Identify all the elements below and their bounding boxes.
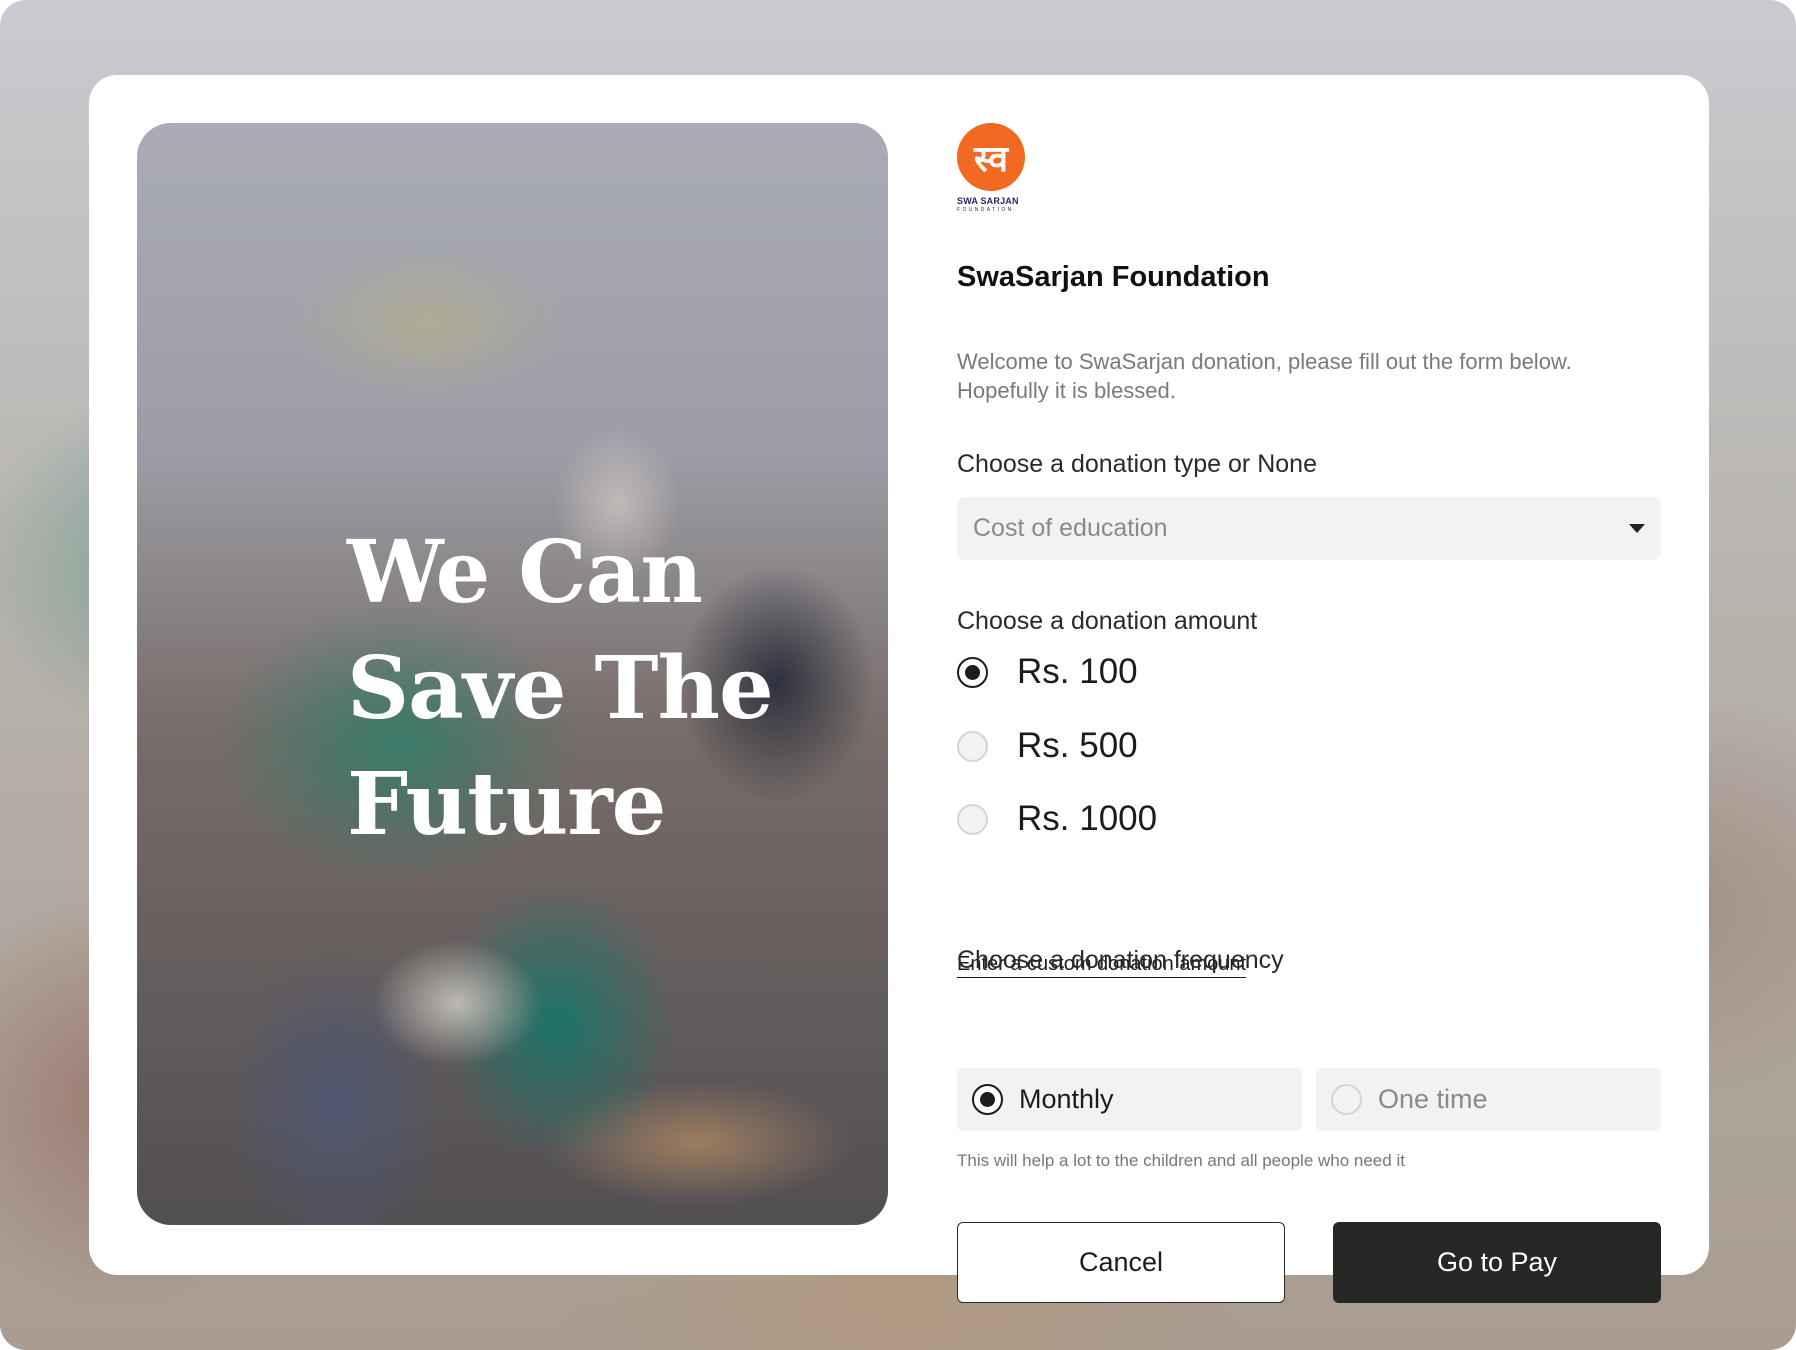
donation-type-value: Cost of education (973, 514, 1168, 542)
radio-checked-icon[interactable] (972, 1084, 1003, 1115)
amount-option-label: Rs. 100 (1017, 652, 1138, 691)
cancel-button[interactable]: Cancel (957, 1222, 1285, 1303)
donation-card: We Can Save The Future स्व SWA SARJAN FO… (89, 75, 1709, 1303)
amount-option-label: Rs. 1000 (1017, 799, 1158, 838)
donation-amount-label: Choose a donation amount (957, 607, 1258, 635)
radio-checked-icon[interactable] (957, 656, 988, 688)
donation-frequency-label: Choose a donation frequency (957, 946, 1284, 974)
caret-down-icon (1629, 524, 1645, 533)
frequency-option-label: One time (1378, 1084, 1488, 1114)
donation-type-label: Choose a donation type or None (957, 450, 1317, 478)
hero-image: We Can Save The Future (137, 123, 888, 1225)
frequency-option-one-time[interactable]: One time (1316, 1068, 1661, 1131)
helper-text: This will help a lot to the children and… (957, 1151, 1405, 1170)
frequency-option-monthly[interactable]: Monthly (957, 1068, 1302, 1131)
frequency-option-label: Monthly (1019, 1084, 1114, 1114)
donation-type-select[interactable]: Cost of education (957, 497, 1661, 560)
amount-option-500[interactable]: Rs. 500 (957, 724, 1138, 768)
logo-mark-icon: स्व (957, 123, 1025, 191)
amount-option-1000[interactable]: Rs. 1000 (957, 797, 1157, 841)
go-to-pay-button[interactable]: Go to Pay (1333, 1222, 1661, 1303)
hero-title: We Can Save The Future (347, 522, 774, 855)
radio-unchecked-icon[interactable] (957, 803, 988, 835)
foundation-logo: स्व SWA SARJAN FOUNDATION (957, 123, 1027, 217)
welcome-text: Welcome to SwaSarjan donation, please fi… (957, 349, 1572, 403)
amount-option-100[interactable]: Rs. 100 (957, 650, 1138, 694)
radio-unchecked-icon[interactable] (957, 730, 988, 762)
logo-subtitle: FOUNDATION (957, 207, 1014, 213)
organization-name: SwaSarjan Foundation (957, 261, 1270, 293)
amount-option-label: Rs. 500 (1017, 726, 1138, 765)
logo-name: SWA SARJAN (957, 196, 1019, 206)
radio-unchecked-icon[interactable] (1331, 1084, 1362, 1115)
